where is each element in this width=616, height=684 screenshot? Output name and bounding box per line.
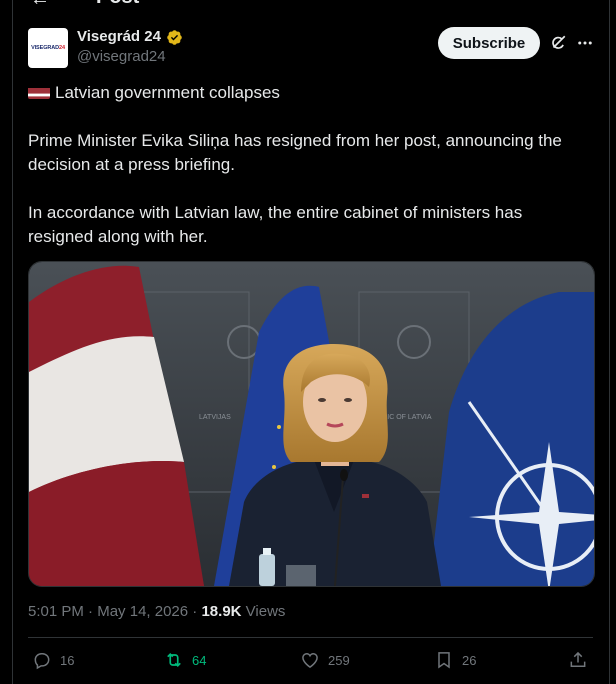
press-briefing-image: LATVIJAS PUBLIC OF LATVIA bbox=[29, 262, 594, 586]
views-label: Views bbox=[245, 603, 286, 620]
action-bar: 16 64 259 26 bbox=[28, 650, 593, 676]
share-button[interactable] bbox=[568, 650, 588, 670]
latvia-flag-icon bbox=[28, 85, 50, 99]
like-button[interactable]: 259 bbox=[300, 650, 350, 670]
bookmark-button[interactable]: 26 bbox=[434, 650, 476, 670]
right-border bbox=[609, 0, 610, 684]
meta-separator: · bbox=[88, 603, 94, 620]
reply-icon bbox=[34, 653, 50, 670]
avatar[interactable]: VISEGRAD24 bbox=[28, 28, 68, 68]
avatar-logo: VISEGRAD24 bbox=[31, 45, 65, 51]
top-bar: ← Post bbox=[12, 0, 610, 11]
meta-separator: · bbox=[192, 603, 198, 620]
share-icon bbox=[570, 651, 586, 667]
author-handle[interactable]: @visegrad24 bbox=[77, 48, 166, 65]
author-name[interactable]: Visegrád 24 bbox=[77, 28, 161, 45]
views-count: 18.9K bbox=[201, 603, 242, 620]
tweet-paragraph-2: In accordance with Latvian law, the enti… bbox=[28, 203, 523, 246]
tweet-photo[interactable]: LATVIJAS PUBLIC OF LATVIA bbox=[28, 261, 595, 587]
arrow-left-icon[interactable]: ← bbox=[30, 0, 50, 11]
verified-badge-icon[interactable] bbox=[166, 29, 183, 46]
grok-icon[interactable] bbox=[549, 34, 567, 52]
tweet-meta: 5:01 PM · May 14, 2026 · 18.9K Views bbox=[28, 603, 285, 620]
tweet-headline: Latvian government collapses bbox=[55, 83, 280, 102]
more-options-icon[interactable] bbox=[575, 34, 595, 52]
reply-button[interactable]: 16 bbox=[32, 650, 74, 670]
bookmark-icon bbox=[438, 652, 450, 669]
page-title: Post bbox=[96, 0, 139, 9]
divider bbox=[28, 637, 593, 638]
heart-icon bbox=[302, 652, 318, 668]
left-border bbox=[12, 0, 13, 684]
post-time[interactable]: 5:01 PM bbox=[28, 603, 84, 620]
tweet-headline-line: Latvian government collapses bbox=[28, 81, 588, 105]
like-count: 259 bbox=[328, 652, 350, 668]
repost-button[interactable]: 64 bbox=[164, 650, 206, 670]
post-date[interactable]: May 14, 2026 bbox=[97, 603, 188, 620]
bookmark-count: 26 bbox=[462, 652, 477, 668]
backdrop-text-left: LATVIJAS bbox=[199, 414, 231, 421]
repost-count: 64 bbox=[192, 652, 207, 668]
repost-icon bbox=[167, 652, 181, 668]
subscribe-button[interactable]: Subscribe bbox=[438, 27, 540, 59]
reply-count: 16 bbox=[60, 652, 75, 668]
tweet-paragraph-1: Prime Minister Evika Siliņa has resigned… bbox=[28, 131, 562, 174]
